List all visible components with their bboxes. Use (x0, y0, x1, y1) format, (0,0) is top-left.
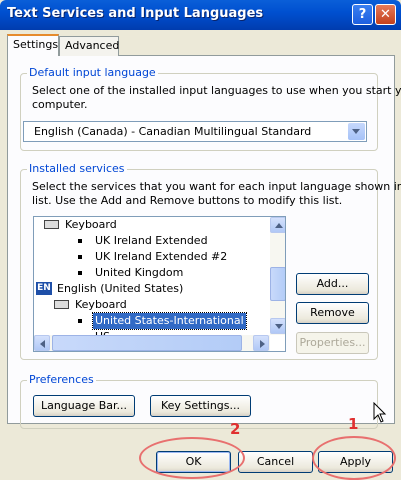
tree-item-label: UK Ireland Extended #2 (95, 250, 228, 263)
default-language-description-1: Select one of the installed input langua… (32, 84, 401, 97)
bullet-icon (78, 239, 82, 243)
dialog-window: Text Services and Input Languages ? ✕ Se… (0, 0, 401, 480)
properties-button[interactable]: Properties... (296, 332, 369, 354)
preferences-group-label: Preferences (27, 373, 96, 386)
installed-services-description-2: list. Use the Add and Remove buttons to … (32, 194, 343, 207)
horizontal-scrollbar[interactable] (34, 335, 270, 351)
tree-item-label: UK Ireland Extended (95, 234, 208, 247)
language-badge-icon: EN (36, 282, 52, 295)
default-language-description-2: computer. (32, 98, 88, 111)
tab-settings-label: Settings (13, 38, 59, 51)
bullet-icon (78, 255, 82, 259)
keyboard-icon (54, 300, 69, 309)
scroll-up-button[interactable] (270, 217, 285, 233)
scroll-left-button[interactable] (34, 335, 50, 351)
close-button[interactable]: ✕ (375, 4, 396, 25)
window-title: Text Services and Input Languages (7, 6, 264, 21)
scroll-down-button[interactable] (270, 318, 285, 334)
chevron-up-icon (275, 223, 283, 228)
tree-item-label: Keyboard (65, 218, 117, 231)
tab-advanced[interactable]: Advanced (59, 36, 119, 56)
default-language-select[interactable]: English (Canada) - Canadian Multilingual… (23, 121, 367, 142)
bullet-icon (78, 271, 82, 275)
apply-highlight-circle (312, 436, 396, 480)
chevron-down-icon (275, 324, 283, 329)
bullet-icon (78, 319, 82, 323)
chevron-down-icon (352, 129, 360, 134)
installed-services-group-label: Installed services (27, 162, 127, 175)
default-language-group-label: Default input language (27, 66, 158, 79)
help-button[interactable]: ? (352, 4, 373, 25)
dropdown-button[interactable] (348, 123, 365, 140)
scroll-right-button[interactable] (253, 335, 269, 351)
close-icon: ✕ (380, 7, 391, 22)
mouse-cursor-icon (373, 402, 387, 423)
keyboard-icon (44, 220, 59, 229)
tree-item-label: United Kingdom (95, 266, 184, 279)
vertical-scrollbar[interactable] (270, 217, 285, 335)
tree-item-label-selected: United States-International (92, 312, 247, 330)
key-settings-button[interactable]: Key Settings... (150, 395, 251, 417)
chevron-right-icon (260, 340, 265, 348)
tree-item-label: Keyboard (75, 298, 127, 311)
ok-highlight-circle (139, 437, 245, 479)
help-icon: ? (358, 7, 367, 22)
add-button[interactable]: Add... (296, 273, 369, 295)
tab-settings[interactable]: Settings (7, 34, 59, 56)
ok-marker-number: 2 (230, 420, 241, 438)
installed-services-tree[interactable]: Keyboard UK Ireland Extended UK Ireland … (33, 216, 286, 352)
title-bar[interactable]: Text Services and Input Languages ? ✕ (0, 0, 401, 30)
remove-button[interactable]: Remove (296, 302, 369, 324)
default-language-value: English (Canada) - Canadian Multilingual… (34, 125, 312, 138)
apply-marker-number: 1 (348, 415, 359, 433)
vertical-scroll-thumb[interactable] (270, 267, 285, 301)
chevron-left-icon (40, 340, 45, 348)
tab-advanced-label: Advanced (65, 39, 120, 52)
installed-services-description-1: Select the services that you want for ea… (32, 180, 401, 193)
horizontal-scroll-thumb[interactable] (52, 335, 242, 351)
cancel-button[interactable]: Cancel (238, 451, 313, 473)
language-bar-button[interactable]: Language Bar... (33, 395, 135, 417)
tree-item-label: English (United States) (57, 282, 184, 295)
